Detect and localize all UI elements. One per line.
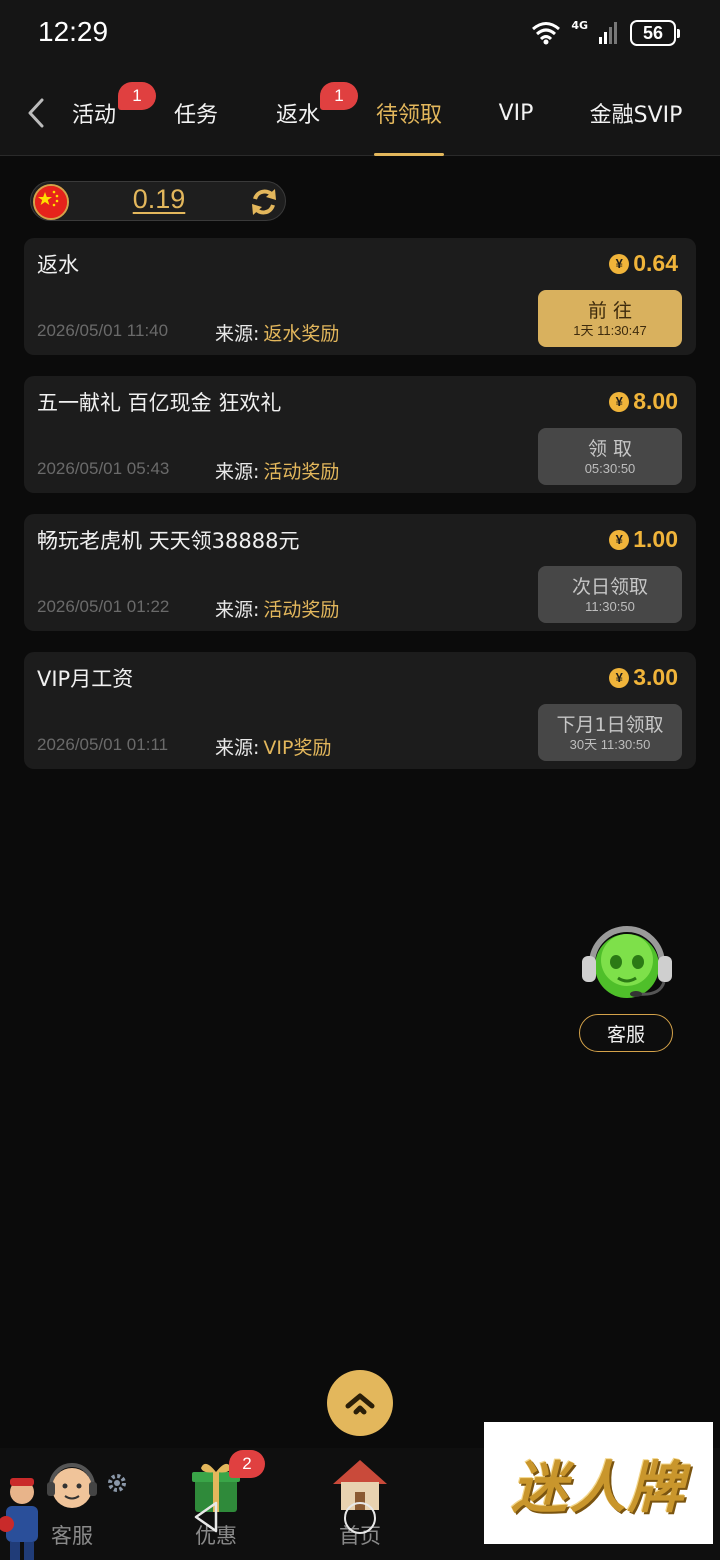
reward-date: 2026/05/01 11:40 bbox=[37, 321, 169, 340]
battery-icon: 56 bbox=[630, 20, 680, 46]
customer-service-icon bbox=[43, 1456, 101, 1514]
reward-amount-value: 1.00 bbox=[633, 526, 678, 552]
reward-card: 畅玩老虎机 天天领38888元 ¥ 1.00 2026/05/01 01:22 … bbox=[24, 514, 696, 631]
reward-title: 五一献礼 百亿现金 狂欢礼 bbox=[37, 391, 282, 415]
reward-card: VIP月工资 ¥ 3.00 2026/05/01 01:11 来源: VIP奖励 … bbox=[24, 652, 696, 769]
promotions-badge: 2 bbox=[229, 1450, 265, 1478]
tab-activity-badge: 1 bbox=[118, 82, 156, 110]
double-chevron-up-icon bbox=[345, 1393, 375, 1415]
reward-date: 2026/05/01 01:11 bbox=[37, 735, 169, 754]
tab-rebate[interactable]: 返水 bbox=[268, 70, 328, 156]
reward-source-prefix: 来源: bbox=[215, 599, 260, 621]
reward-amount-value: 8.00 bbox=[633, 388, 678, 414]
reward-card: 返水 ¥ 0.64 2026/05/01 11:40 来源: 返水奖励 前 往 1… bbox=[24, 238, 696, 355]
claim-button-label: 领 取 bbox=[587, 437, 633, 460]
china-flag-icon bbox=[33, 184, 69, 220]
balance-value[interactable]: 0.19 bbox=[101, 184, 217, 215]
tab-label: 金融SVIP bbox=[589, 103, 683, 128]
reward-source: 来源: 返水奖励 bbox=[215, 319, 339, 346]
reward-amount-value: 0.64 bbox=[633, 250, 678, 276]
tab-header: 活动 1 任务 返水 1 待领取 VIP 金融SVIP bbox=[0, 70, 720, 156]
reward-source-prefix: 来源: bbox=[215, 461, 260, 483]
reward-source: 来源: 活动奖励 bbox=[215, 457, 339, 484]
nav-label: 客服 bbox=[51, 1524, 93, 1548]
reward-amount-value: 3.00 bbox=[633, 664, 678, 690]
wifi-icon bbox=[531, 21, 561, 45]
reward-amount: ¥ 8.00 bbox=[609, 388, 678, 415]
status-bar: 12:29 4G 56 bbox=[0, 0, 720, 70]
signal-icon bbox=[598, 21, 620, 45]
refresh-icon[interactable] bbox=[247, 185, 281, 219]
tab-finance-svip[interactable]: 金融SVIP bbox=[582, 70, 690, 156]
battery-level: 56 bbox=[630, 20, 676, 46]
tab-label: 待领取 bbox=[375, 103, 442, 128]
reward-amount: ¥ 3.00 bbox=[609, 664, 678, 691]
tab-rebate-badge: 1 bbox=[320, 82, 358, 110]
go-button[interactable]: 前 往 1天 11:30:47 bbox=[538, 290, 682, 347]
claim-countdown: 30天 11:30:50 bbox=[569, 736, 651, 752]
reward-source-value: 活动奖励 bbox=[263, 599, 340, 621]
network-type: 4G bbox=[571, 18, 588, 32]
reward-source-prefix: 来源: bbox=[215, 737, 260, 759]
floating-customer-service[interactable]: 客服 bbox=[572, 920, 682, 1055]
nav-customer-service[interactable]: 客服 bbox=[38, 1448, 106, 1560]
yen-coin-icon: ¥ bbox=[609, 529, 630, 550]
scroll-top-button[interactable] bbox=[327, 1370, 393, 1436]
tab-vip[interactable]: VIP bbox=[490, 70, 542, 156]
reward-source-prefix: 来源: bbox=[215, 323, 260, 345]
claim-button-label: 前 往 bbox=[587, 299, 633, 322]
system-home-icon[interactable] bbox=[344, 1502, 376, 1534]
reward-source: 来源: 活动奖励 bbox=[215, 595, 339, 622]
reward-amount: ¥ 1.00 bbox=[609, 526, 678, 553]
back-icon[interactable] bbox=[22, 96, 52, 130]
tab-activity[interactable]: 活动 bbox=[64, 70, 124, 156]
system-back-icon[interactable] bbox=[192, 1500, 220, 1534]
claim-next-day-button[interactable]: 次日领取 11:30:50 bbox=[538, 566, 682, 623]
tab-label: 任务 bbox=[173, 103, 218, 128]
reward-source-value: 活动奖励 bbox=[263, 461, 340, 483]
claim-countdown: 05:30:50 bbox=[584, 460, 636, 476]
yen-coin-icon: ¥ bbox=[609, 667, 630, 688]
claim-button-label: 下月1日领取 bbox=[556, 713, 664, 736]
reward-date: 2026/05/01 01:22 bbox=[37, 597, 170, 616]
watermark-text: 迷人牌 bbox=[511, 1454, 686, 1521]
claim-button-label: 次日领取 bbox=[571, 575, 648, 598]
reward-title: 返水 bbox=[37, 253, 79, 277]
reward-title: VIP月工资 bbox=[37, 667, 134, 691]
reward-source: 来源: VIP奖励 bbox=[215, 733, 331, 760]
tab-pending-claim[interactable]: 待领取 bbox=[374, 70, 444, 156]
reward-source-value: VIP奖励 bbox=[263, 737, 332, 759]
yen-coin-icon: ¥ bbox=[609, 391, 630, 412]
status-time: 12:29 bbox=[38, 16, 109, 47]
claim-countdown: 1天 11:30:47 bbox=[573, 322, 647, 338]
gear-icon[interactable] bbox=[106, 1472, 128, 1494]
tab-label: VIP bbox=[498, 100, 534, 126]
balance-pill: 0.19 bbox=[30, 181, 286, 221]
watermark: 迷人牌 bbox=[484, 1422, 713, 1544]
reward-card: 五一献礼 百亿现金 狂欢礼 ¥ 8.00 2026/05/01 05:43 来源… bbox=[24, 376, 696, 493]
tab-label: 返水 bbox=[275, 103, 320, 128]
tab-active-underline bbox=[374, 153, 444, 156]
claim-next-month-button[interactable]: 下月1日领取 30天 11:30:50 bbox=[538, 704, 682, 761]
tab-tasks[interactable]: 任务 bbox=[166, 70, 226, 156]
reward-amount: ¥ 0.64 bbox=[609, 250, 678, 277]
yen-coin-icon: ¥ bbox=[609, 253, 630, 274]
status-icons: 4G 56 bbox=[531, 18, 680, 46]
headset-mascot-icon[interactable] bbox=[578, 920, 676, 1006]
tab-label: 活动 bbox=[71, 103, 116, 128]
claim-button[interactable]: 领 取 05:30:50 bbox=[538, 428, 682, 485]
reward-date: 2026/05/01 05:43 bbox=[37, 459, 170, 478]
reward-source-value: 返水奖励 bbox=[263, 323, 340, 345]
claim-countdown: 11:30:50 bbox=[585, 598, 635, 614]
reward-title: 畅玩老虎机 天天领38888元 bbox=[37, 529, 300, 553]
customer-service-button[interactable]: 客服 bbox=[579, 1014, 673, 1052]
